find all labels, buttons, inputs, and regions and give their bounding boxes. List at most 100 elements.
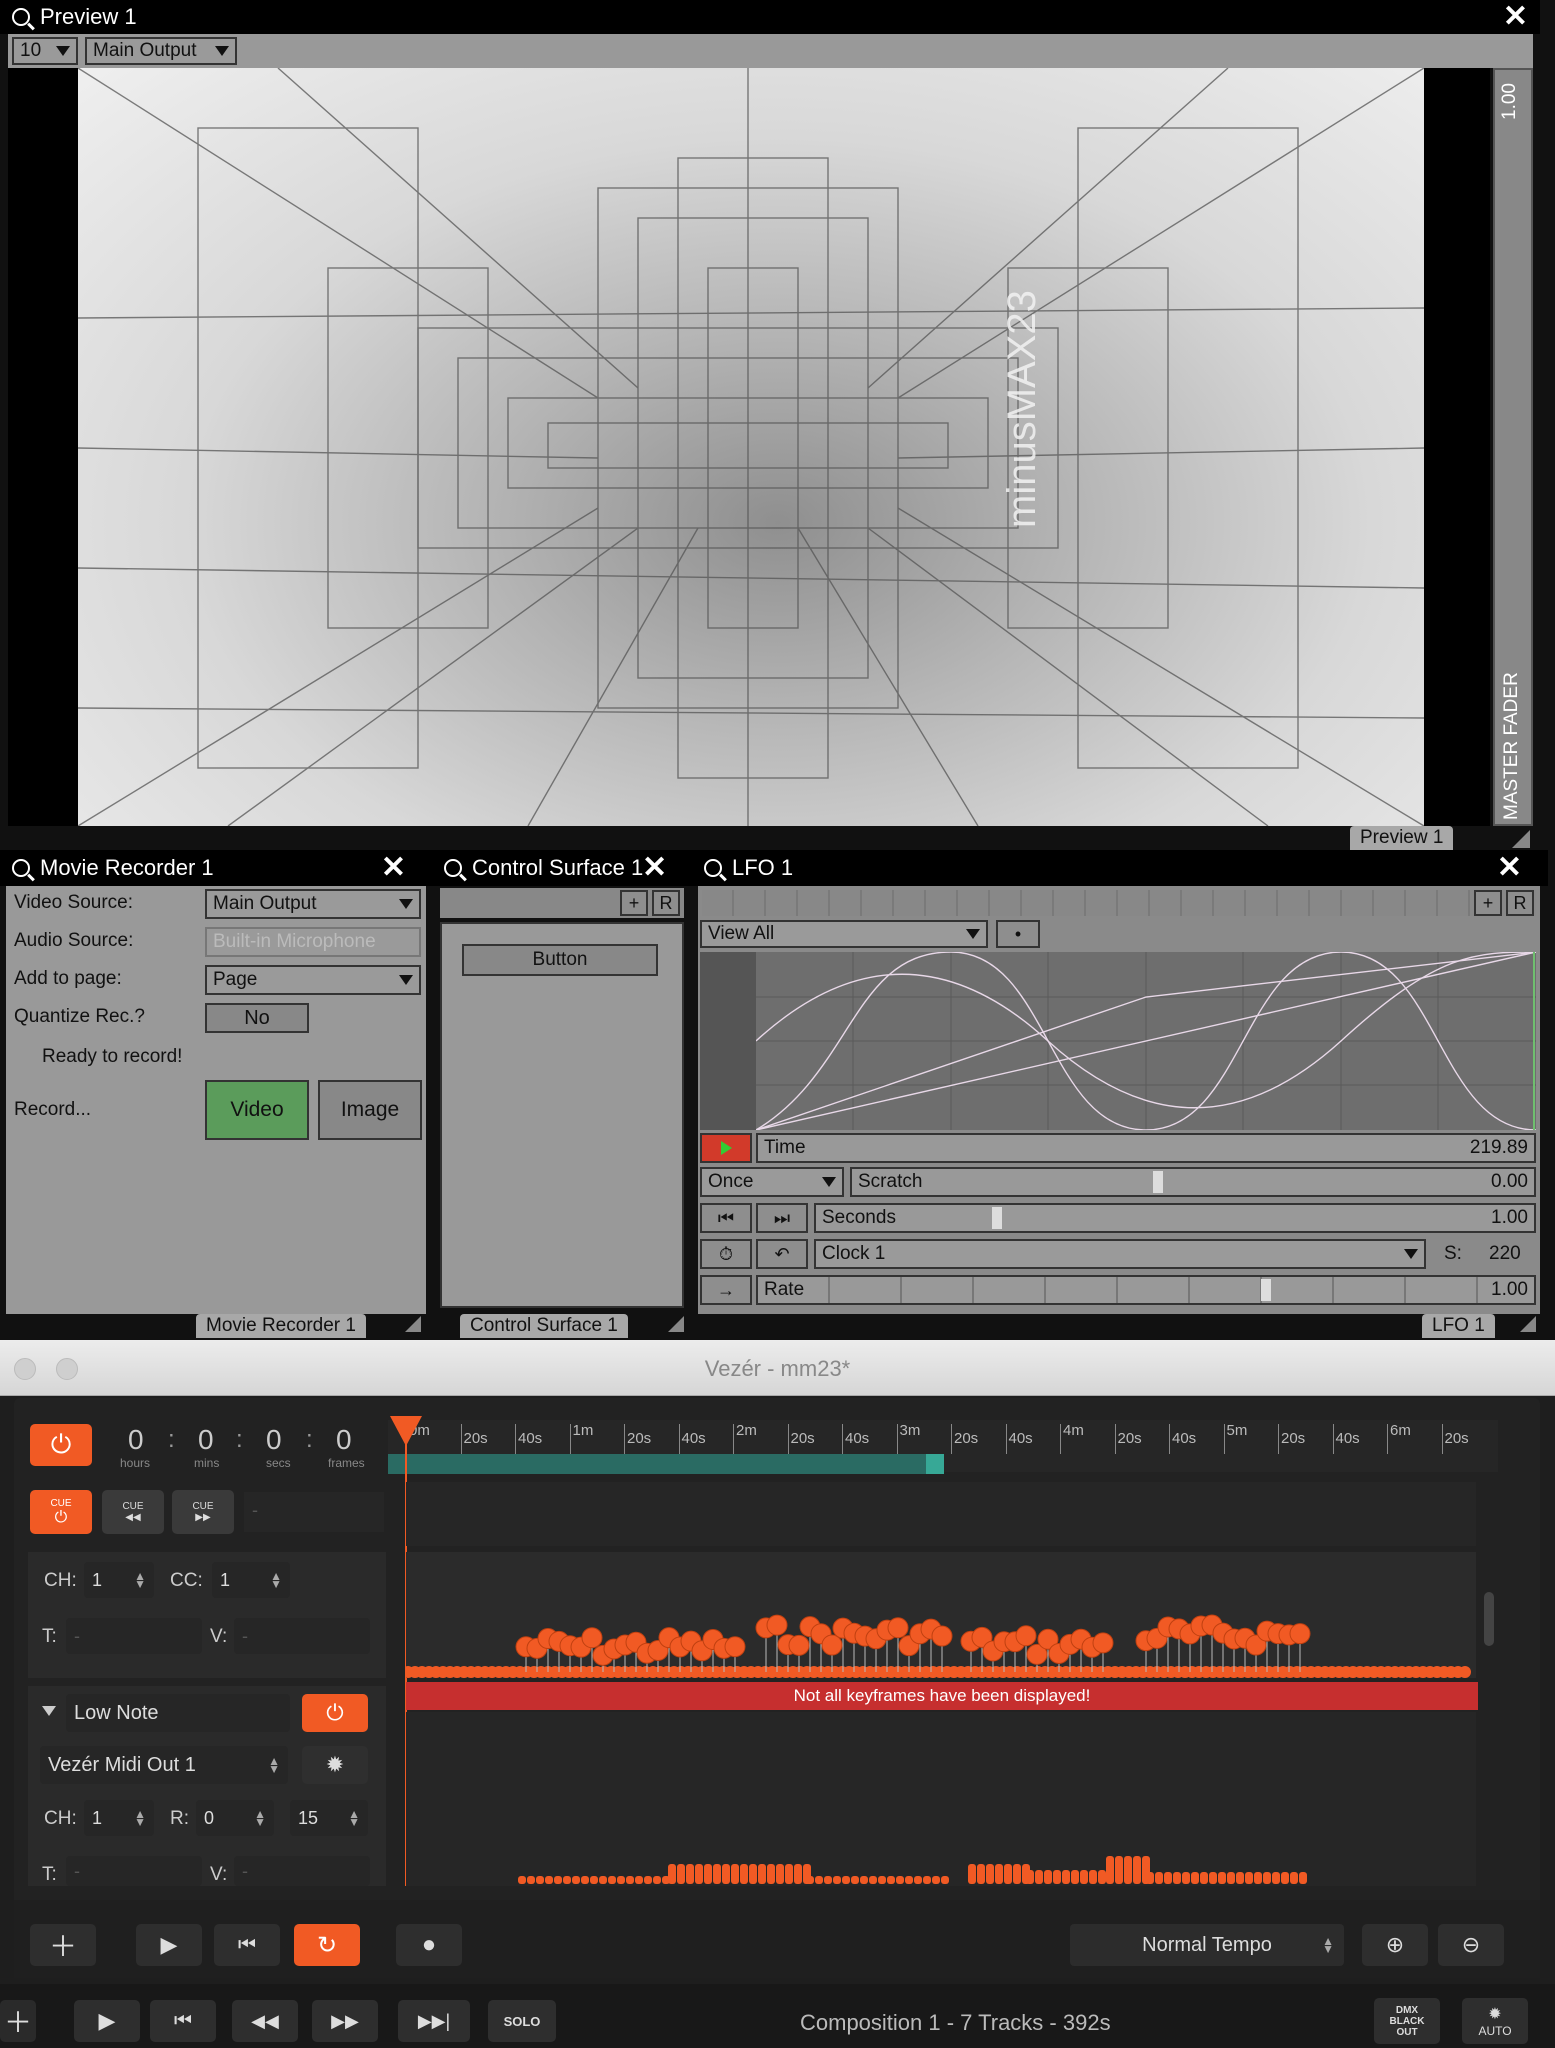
close-icon[interactable]: ✕ xyxy=(1503,2,1528,32)
auto-button[interactable]: ✹ AUTO xyxy=(1462,1998,1528,2044)
track2-power-button[interactable]: ⏻ xyxy=(302,1694,368,1732)
track2-v-field[interactable]: - xyxy=(234,1856,370,1886)
cue-next-button[interactable]: CUE ▶▶ xyxy=(172,1490,234,1534)
cue-name-field[interactable]: - xyxy=(244,1492,384,1532)
track2-lane[interactable] xyxy=(406,1712,1476,1886)
rate-slider[interactable]: Rate 1.00 xyxy=(756,1275,1536,1305)
power-button[interactable]: ⏻ xyxy=(30,1424,92,1466)
view-select[interactable]: View All xyxy=(700,920,988,948)
snapshot-button[interactable]: • xyxy=(996,920,1040,948)
mode-select[interactable]: Once xyxy=(700,1167,844,1197)
rewind-button[interactable]: ⏮ xyxy=(700,1203,752,1233)
add-composition-button[interactable]: ＋ xyxy=(0,2000,36,2042)
search-icon[interactable] xyxy=(704,859,722,877)
rate-arrow-button[interactable]: → xyxy=(700,1275,752,1305)
scratch-value: 0.00 xyxy=(1491,1171,1528,1192)
resize-handle-icon[interactable] xyxy=(1512,830,1530,848)
cue-previous-button[interactable]: CUE ◀◀ xyxy=(102,1490,164,1534)
undo-icon: ↶ xyxy=(774,1243,790,1264)
track1-lane[interactable] xyxy=(406,1552,1476,1678)
master-fader[interactable]: 1.00 MASTER FADER xyxy=(1493,68,1533,826)
global-play-button[interactable]: ▶ xyxy=(74,2000,140,2042)
record-video-button[interactable]: Video xyxy=(205,1080,309,1140)
keyframe-marker xyxy=(758,1864,766,1884)
track2-t-field[interactable]: - xyxy=(66,1856,202,1886)
loop-button[interactable]: ↶ xyxy=(756,1239,808,1269)
reset-button[interactable]: R xyxy=(652,890,680,916)
cue-power-button[interactable]: CUE ⏻ xyxy=(30,1490,92,1534)
resize-handle-icon[interactable] xyxy=(405,1316,421,1332)
seconds-slider[interactable]: Seconds 1.00 xyxy=(814,1203,1536,1233)
loop-end-handle[interactable] xyxy=(926,1454,944,1474)
zoom-select[interactable]: 10 xyxy=(12,37,78,65)
track2-range-min-stepper[interactable]: 0 ▲ ▼ xyxy=(196,1800,274,1836)
add-to-page-select[interactable]: Page xyxy=(205,965,421,995)
track1-v-field[interactable]: - xyxy=(234,1618,370,1654)
loop-region[interactable] xyxy=(388,1454,944,1474)
track1-t-field[interactable]: - xyxy=(66,1618,202,1654)
keyframe-marker xyxy=(977,1864,985,1884)
scratch-slider-handle[interactable] xyxy=(1153,1171,1163,1193)
r-label: R: xyxy=(170,1808,189,1829)
close-icon[interactable]: ✕ xyxy=(642,853,667,883)
close-icon[interactable]: ✕ xyxy=(381,853,406,883)
cue-track-lane[interactable] xyxy=(406,1482,1476,1546)
close-icon[interactable]: ✕ xyxy=(1497,853,1522,883)
zoom-out-button[interactable]: ⊖ xyxy=(1438,1924,1504,1966)
ruler-tick xyxy=(678,1424,680,1454)
output-select[interactable]: Main Output xyxy=(85,37,237,65)
add-control-button[interactable]: + xyxy=(620,890,648,916)
forward-button[interactable]: ⏭ xyxy=(756,1203,808,1233)
add-track-button[interactable]: ＋ xyxy=(30,1924,96,1966)
record-button[interactable]: ● xyxy=(396,1924,462,1966)
record-image-button[interactable]: Image xyxy=(318,1080,422,1140)
resize-handle-icon[interactable] xyxy=(1520,1316,1536,1332)
solo-button[interactable]: SOLO xyxy=(488,2000,556,2042)
loop-button[interactable]: ↻ xyxy=(294,1924,360,1966)
movie-recorder-tab[interactable]: Movie Recorder 1 xyxy=(196,1314,366,1338)
keyframe-marker xyxy=(1124,1856,1132,1884)
search-icon[interactable] xyxy=(12,859,30,877)
track1-cc-stepper[interactable]: 1 ▲ ▼ xyxy=(212,1562,290,1598)
resize-handle-icon[interactable] xyxy=(668,1316,684,1332)
seconds-slider-handle[interactable] xyxy=(992,1207,1002,1229)
play-button[interactable] xyxy=(700,1133,752,1163)
timer-button[interactable]: ⏱ xyxy=(700,1239,752,1269)
go-to-start-button[interactable]: ⏮ xyxy=(214,1924,280,1966)
search-icon[interactable] xyxy=(444,859,462,877)
keyframe-marker xyxy=(1071,1870,1079,1884)
search-icon[interactable] xyxy=(12,8,30,26)
scratch-slider[interactable]: Scratch 0.00 xyxy=(850,1167,1536,1197)
global-next-button[interactable]: ▶▶| xyxy=(398,2000,470,2042)
global-start-button[interactable]: ⏮ xyxy=(150,2000,216,2042)
track1-channel-stepper[interactable]: 1 ▲ ▼ xyxy=(84,1562,154,1598)
ruler-tick xyxy=(569,1424,571,1454)
disclosure-triangle-icon[interactable] xyxy=(42,1706,56,1716)
control-surface-tab[interactable]: Control Surface 1 xyxy=(460,1314,628,1338)
reset-button[interactable]: R xyxy=(1506,890,1534,916)
track2-channel-stepper[interactable]: 1 ▲ ▼ xyxy=(84,1800,154,1836)
global-forward-button[interactable]: ▶▶ xyxy=(312,2000,378,2042)
surface-button[interactable]: Button xyxy=(462,944,658,976)
video-source-select[interactable]: Main Output xyxy=(205,889,421,919)
preview-tab[interactable]: Preview 1 xyxy=(1350,826,1454,850)
tempo-select[interactable]: Normal Tempo ▲ ▼ xyxy=(1070,1924,1344,1966)
lfo-tab[interactable]: LFO 1 xyxy=(1422,1314,1495,1338)
track2-name-field[interactable]: Low Note xyxy=(66,1694,290,1732)
play-button[interactable]: ▶ xyxy=(136,1924,202,1966)
ruler-tick xyxy=(1387,1424,1388,1454)
track2-settings-button[interactable]: ✹ xyxy=(302,1746,368,1784)
vertical-scrollbar[interactable] xyxy=(1484,1592,1494,1646)
time-param[interactable]: Time 219.89 xyxy=(756,1133,1536,1163)
dmx-blackout-button[interactable]: DMX BLACK OUT xyxy=(1374,1998,1440,2044)
add-output-button[interactable]: + xyxy=(1474,890,1502,916)
keyframe-marker xyxy=(695,1864,703,1884)
zoom-in-button[interactable]: ⊕ xyxy=(1362,1924,1428,1966)
global-rewind-button[interactable]: ◀◀ xyxy=(232,2000,298,2042)
quantize-toggle[interactable]: No xyxy=(205,1003,309,1033)
clock-select[interactable]: Clock 1 xyxy=(814,1239,1426,1269)
track2-range-max-stepper[interactable]: 15 ▲ ▼ xyxy=(290,1800,368,1836)
track2-output-select[interactable]: Vezér Midi Out 1 ▲ ▼ xyxy=(40,1746,288,1784)
rate-slider-handle[interactable] xyxy=(1261,1279,1271,1301)
timeline-ruler[interactable]: 0m 20s 40s 1m 20s 40s 2m 20s 40s 3m 20s 40s 4m 20s 40s… xyxy=(388,1420,1498,1474)
